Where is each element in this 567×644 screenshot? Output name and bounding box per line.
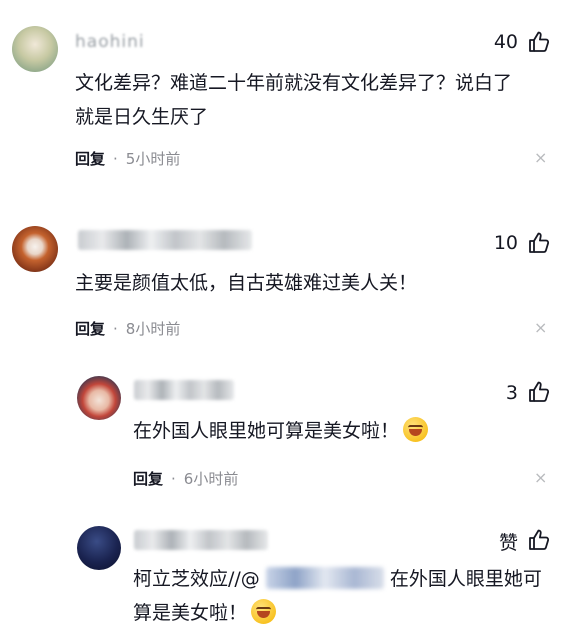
comment-text-line: 算是美女啦！ [133, 596, 542, 630]
like-count: 3 [505, 382, 518, 404]
separator-dot: · [171, 470, 176, 488]
comment-1: haohini 40 文化差异？难道二十年前就没有文化差异了？说白了 就是日久生… [0, 0, 567, 190]
comment-text-line: 柯立芝效应//@ 在外国人眼里她可 [133, 562, 542, 596]
avatar[interactable] [77, 526, 121, 570]
reply-1: 3 在外国人眼里她可算是美女啦！ 回复 · 6小时前 × [0, 360, 567, 510]
like-button-label: 赞 [498, 532, 518, 554]
comment-text-segment: 在外国人眼里她可 [389, 568, 542, 590]
grinning-squint-emoji-icon [403, 417, 429, 442]
comment-text-segment: 算是美女啦！ [133, 602, 248, 624]
username-blurred[interactable] [134, 530, 268, 550]
username-blurred[interactable] [134, 380, 234, 400]
comment-text: 柯立芝效应//@ 在外国人眼里她可 算是美女啦！ [133, 562, 542, 630]
comment-text: 在外国人眼里她可算是美女啦！ [133, 414, 429, 448]
comment-text-line: 就是日久生厌了 [75, 106, 209, 128]
separator-dot: · [113, 150, 118, 168]
comment-text: 主要是颜值太低，自古英雄难过美人关！ [75, 266, 417, 300]
reply-button[interactable]: 回复 [75, 150, 105, 168]
comment-meta: 回复 · 5小时前 [75, 148, 180, 169]
thumbs-up-icon[interactable] [527, 380, 551, 404]
thumbs-up-icon[interactable] [527, 30, 551, 54]
grinning-squint-emoji-icon [251, 599, 277, 624]
timestamp: 5小时前 [125, 150, 181, 168]
comment-text-line: 主要是颜值太低，自古英雄难过美人关！ [75, 272, 418, 294]
username-blurred[interactable] [78, 230, 252, 250]
comment-text-segment: 柯立芝效应//@ [133, 568, 260, 590]
comment-text-line: 在外国人眼里她可算是美女啦！ [133, 420, 400, 442]
comment-meta: 回复 · 8小时前 [75, 318, 180, 339]
like-count: 10 [493, 232, 518, 254]
timestamp: 6小时前 [183, 470, 239, 488]
like-count: 40 [493, 31, 518, 53]
comment-text-line: 文化差异？难道二十年前就没有文化差异了？说白了 [75, 72, 513, 94]
comment-text: 文化差异？难道二十年前就没有文化差异了？说白了 就是日久生厌了 [75, 66, 512, 134]
separator-dot: · [113, 320, 118, 338]
thumbs-up-icon[interactable] [527, 528, 551, 552]
thumbs-up-icon[interactable] [527, 231, 551, 255]
reply-2: 赞 柯立芝效应//@ 在外国人眼里她可 算是美女啦！ [0, 510, 567, 644]
timestamp: 8小时前 [125, 320, 181, 338]
avatar[interactable] [77, 376, 121, 420]
username[interactable]: haohini [75, 32, 145, 52]
close-icon[interactable]: × [534, 468, 547, 487]
reply-button[interactable]: 回复 [75, 320, 105, 338]
close-icon[interactable]: × [534, 318, 547, 337]
comment-meta: 回复 · 6小时前 [133, 468, 238, 489]
comment-2: 10 主要是颜值太低，自古英雄难过美人关！ 回复 · 8小时前 × [0, 200, 567, 350]
reply-button[interactable]: 回复 [133, 470, 163, 488]
mention-blurred[interactable] [265, 567, 384, 589]
close-icon[interactable]: × [534, 148, 547, 167]
avatar[interactable] [12, 26, 58, 72]
avatar[interactable] [12, 226, 58, 272]
